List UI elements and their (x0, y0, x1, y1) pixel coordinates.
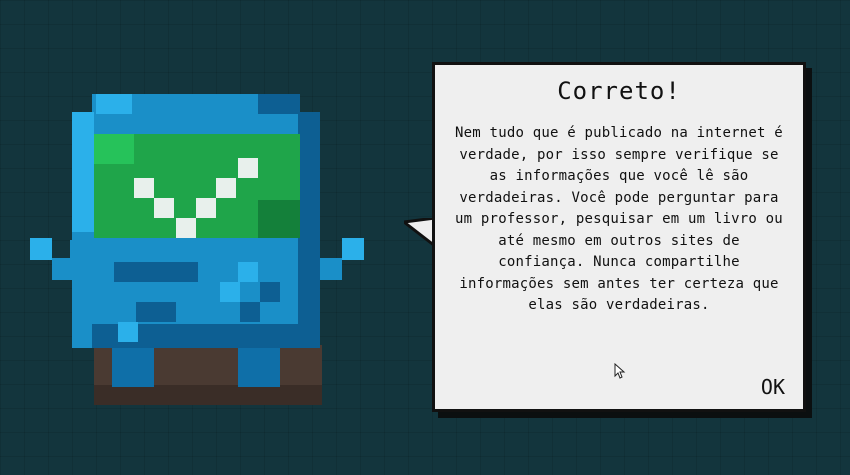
feedback-dialog: Correto! Nem tudo que é publicado na int… (432, 62, 806, 412)
robot-slot (114, 262, 198, 282)
right-arm (342, 238, 364, 260)
dialog-message: Nem tudo que é publicado na internet é v… (455, 125, 783, 313)
mouse-cursor-icon (614, 363, 626, 379)
right-foot (238, 345, 280, 387)
dialog-title: Correto! (557, 77, 681, 105)
robot-button (238, 262, 258, 282)
robot-character (30, 94, 364, 405)
ok-button[interactable]: OK (761, 375, 785, 399)
left-arm (30, 238, 52, 260)
robot-slot (136, 302, 176, 322)
left-foot (112, 345, 154, 387)
